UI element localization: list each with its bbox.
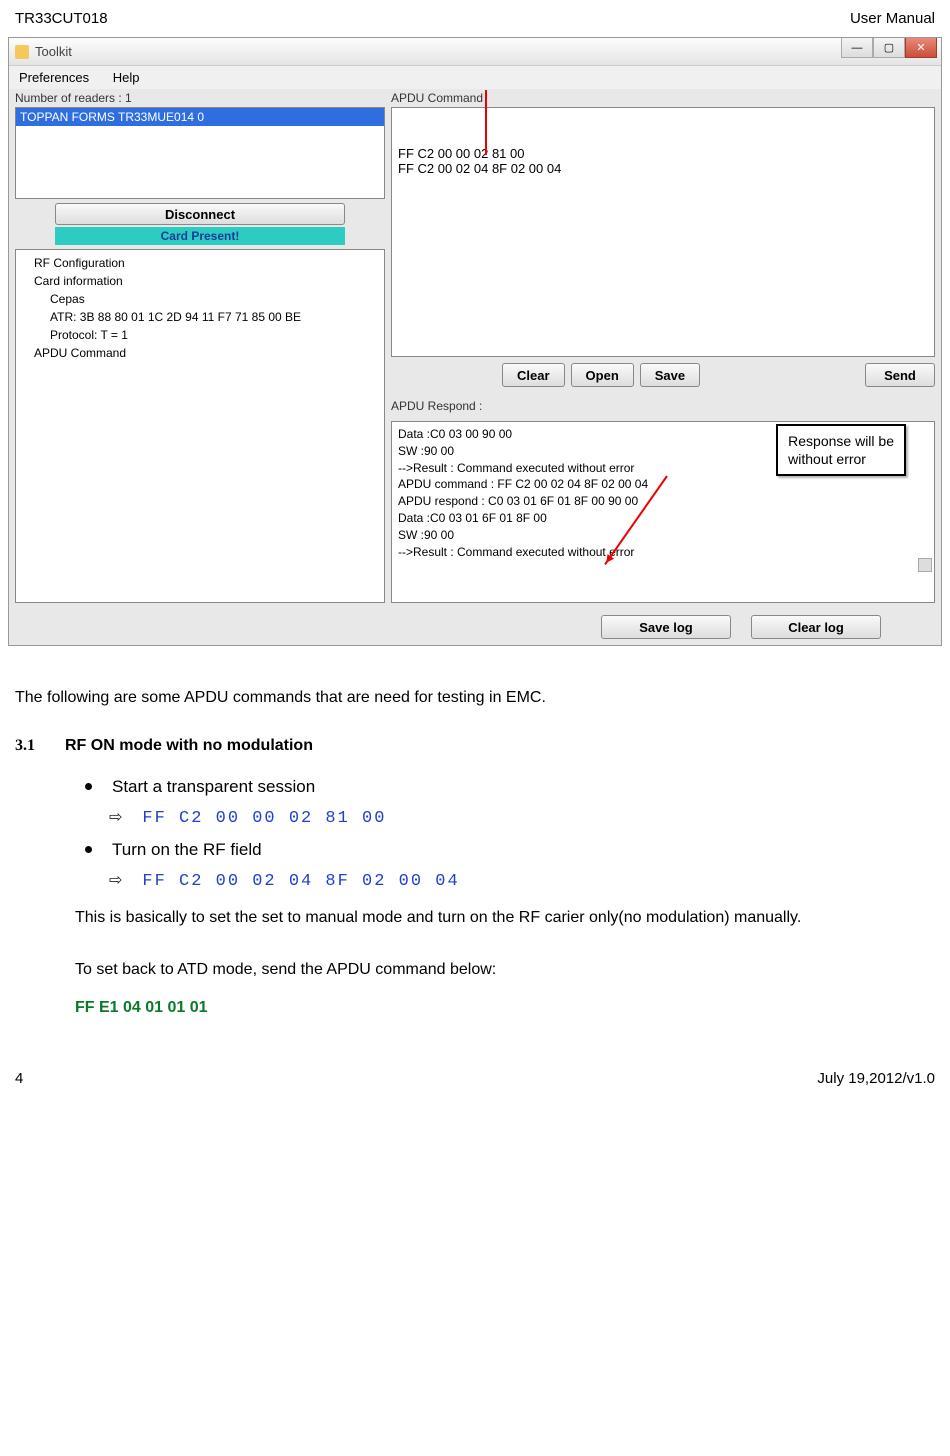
minimize-button[interactable]: — (841, 38, 873, 58)
menu-help[interactable]: Help (113, 70, 140, 85)
arrow-icon: ⇨ (109, 869, 122, 893)
apdu-command-code: FF C2 00 00 02 81 00 (142, 806, 386, 832)
menubar: Preferences Help (9, 66, 941, 89)
config-tree[interactable]: RF Configuration Card information Cepas … (15, 249, 385, 603)
response-callout: Response will be without error (776, 424, 906, 476)
page-number: 4 (15, 1070, 23, 1087)
apdu-resp-label: APDU Respond : (391, 397, 935, 415)
resp-line: -->Result : Command executed without err… (398, 544, 928, 561)
bullet-text: Turn on the RF field (112, 837, 262, 863)
apdu-command-textarea[interactable]: FF C2 00 00 02 81 00 FF C2 00 02 04 8F 0… (391, 107, 935, 357)
menu-preferences[interactable]: Preferences (19, 70, 89, 85)
maximize-button[interactable]: ▢ (873, 38, 905, 58)
tree-cepas[interactable]: Cepas (22, 290, 378, 308)
clear-log-button[interactable]: Clear log (751, 615, 881, 639)
apdu-command-green: FF E1 04 01 01 01 (75, 996, 935, 1020)
close-button[interactable]: ✕ (905, 38, 937, 58)
doc-id: TR33CUT018 (15, 10, 108, 27)
apdu-cmd-line: FF C2 00 02 04 8F 02 00 04 (398, 161, 928, 176)
save-button[interactable]: Save (640, 363, 700, 387)
section-title: RF ON mode with no modulation (65, 734, 313, 758)
bullet-icon (85, 846, 92, 853)
apdu-respond-textarea[interactable]: Response will be without error Data :C0 … (391, 421, 935, 603)
bullet-text: Start a transparent session (112, 774, 315, 800)
paragraph: To set back to ATD mode, send the APDU c… (75, 958, 935, 982)
apdu-command-code: FF C2 00 02 04 8F 02 00 04 (142, 869, 459, 895)
window-title: Toolkit (35, 44, 72, 59)
paragraph: This is basically to set the set to manu… (75, 906, 935, 930)
scroll-indicator[interactable] (918, 558, 932, 572)
tree-card-info[interactable]: Card information (22, 272, 378, 290)
bullet-icon (85, 783, 92, 790)
tree-protocol[interactable]: Protocol: T = 1 (22, 326, 378, 344)
disconnect-button[interactable]: Disconnect (55, 203, 345, 225)
send-button[interactable]: Send (865, 363, 935, 387)
tree-apdu-cmd[interactable]: APDU Command (22, 344, 378, 362)
section-number: 3.1 (15, 734, 35, 758)
resp-line: APDU respond : C0 03 01 6F 01 8F 00 90 0… (398, 493, 928, 510)
annotation-arrow (485, 90, 487, 155)
tree-rf-config[interactable]: RF Configuration (22, 254, 378, 272)
apdu-cmd-label: APDU Command (391, 89, 935, 107)
clear-button[interactable]: Clear (502, 363, 565, 387)
readers-list[interactable]: TOPPAN FORMS TR33MUE014 0 (15, 107, 385, 199)
doc-label: User Manual (850, 10, 935, 27)
arrow-icon: ⇨ (109, 806, 122, 830)
save-log-button[interactable]: Save log (601, 615, 731, 639)
app-icon (15, 45, 29, 59)
intro-text: The following are some APDU commands tha… (15, 686, 935, 710)
toolkit-window: Toolkit — ▢ ✕ Preferences Help Number of… (8, 37, 942, 646)
resp-line: SW :90 00 (398, 527, 928, 544)
apdu-cmd-line: FF C2 00 00 02 81 00 (398, 146, 928, 161)
open-button[interactable]: Open (571, 363, 634, 387)
readers-label: Number of readers : 1 (15, 89, 385, 107)
tree-atr[interactable]: ATR: 3B 88 80 01 1C 2D 94 11 F7 71 85 00… (22, 308, 378, 326)
resp-line: Data :C0 03 01 6F 01 8F 00 (398, 510, 928, 527)
titlebar: Toolkit — ▢ ✕ (9, 38, 941, 66)
reader-selected[interactable]: TOPPAN FORMS TR33MUE014 0 (16, 108, 384, 126)
version-date: July 19,2012/v1.0 (817, 1070, 935, 1087)
card-present-status: Card Present! (55, 227, 345, 245)
